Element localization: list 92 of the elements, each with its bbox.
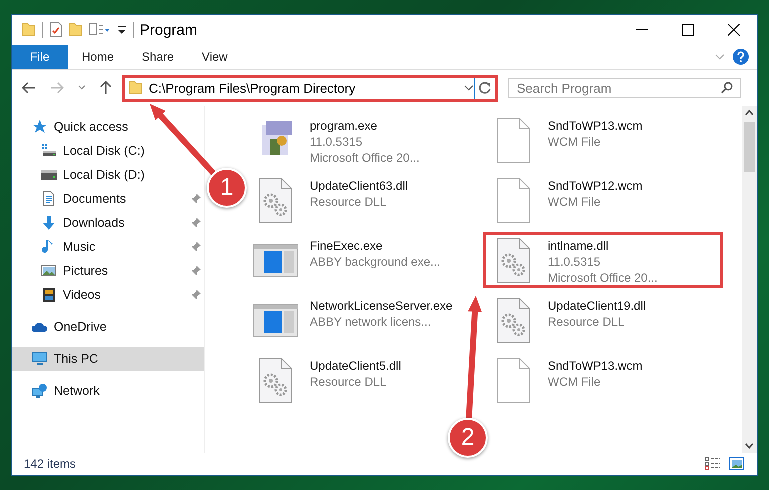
film-icon (41, 287, 57, 303)
nav-label: Documents (63, 192, 126, 206)
file-name: SndToWP13.wcm (548, 358, 643, 374)
file-detail: Resource DLL (310, 374, 388, 390)
nav-label: Network (54, 384, 100, 398)
file-item[interactable]: UpdateClient5.dll Resource DLL (245, 352, 408, 408)
nav-item[interactable]: This PC (12, 347, 204, 371)
file-detail: WCM File (548, 134, 602, 150)
nav-item[interactable]: Pictures (12, 259, 112, 283)
search-field[interactable]: Search Program (508, 78, 741, 98)
star-icon (32, 119, 48, 135)
chevron-down-icon[interactable] (464, 84, 474, 92)
drive-icon (41, 167, 57, 183)
file-detail: ABBY network licens... (310, 314, 432, 330)
file-detail: Resource DLL (310, 194, 388, 210)
file-name: SndToWP13.wcm (548, 118, 643, 134)
down-arrow-icon (41, 215, 57, 231)
nav-item[interactable]: Network (12, 379, 104, 403)
nav-item[interactable]: Documents (12, 187, 130, 211)
maximize-icon[interactable] (682, 24, 694, 36)
nav-label: Local Disk (D:) (63, 168, 145, 182)
file-item[interactable]: FineExec.exe ABBY background exe... (245, 232, 448, 288)
nav-label: This PC (54, 352, 98, 366)
details-view-icon[interactable] (705, 457, 721, 471)
file-item[interactable]: NetworkLicenseServer.exe ABBY network licens... (245, 292, 460, 348)
file-name: UpdateClient5.dll (310, 358, 402, 374)
nav-label: Downloads (63, 216, 125, 230)
file-detail: ABBY background exe... (310, 254, 441, 270)
ribbon-tab[interactable]: View (188, 45, 242, 69)
file-detail: 11.0.5315 (548, 254, 602, 270)
chevron-down-icon[interactable] (78, 85, 86, 91)
folder-icon (129, 80, 143, 96)
picture-icon (41, 263, 57, 279)
nav-item[interactable]: Music (12, 235, 100, 259)
nav-item[interactable]: Downloads (12, 211, 129, 235)
nav-label: OneDrive (54, 320, 107, 334)
address-bar[interactable]: C:\Program Files\Program Directory (122, 74, 498, 102)
pin-icon[interactable] (191, 194, 201, 204)
help-icon[interactable] (733, 49, 749, 65)
nav-label: Quick access (54, 120, 128, 134)
document-icon (41, 191, 57, 207)
ribbon-tab[interactable]: Share (128, 45, 188, 69)
file-item[interactable]: SndToWP13.wcm WCM File (483, 112, 650, 168)
nav-item[interactable]: Local Disk (D:) (12, 163, 149, 187)
pin-icon[interactable] (191, 218, 201, 228)
file-name: FineExec.exe (310, 238, 384, 254)
file-detail: WCM File (548, 194, 602, 210)
nav-item[interactable]: Quick access (12, 115, 132, 139)
nav-label: Pictures (63, 264, 108, 278)
thumbnail-view-icon[interactable] (729, 457, 745, 471)
file-detail: Microsoft Office 20... (310, 150, 420, 166)
drive-icon (41, 143, 57, 159)
file-item[interactable]: SndToWP12.wcm WCM File (483, 172, 650, 228)
file-item[interactable]: UpdateClient19.dll Resource DLL (483, 292, 654, 348)
file-detail: WCM File (548, 374, 602, 390)
file-detail: 11.0.5315 (310, 134, 364, 150)
nav-item[interactable]: Local Disk (C:) (12, 139, 149, 163)
nav-label: Videos (63, 288, 101, 302)
address-path: C:\Program Files\Program Directory (149, 80, 357, 96)
file-name: UpdateClient63.dll (310, 178, 408, 194)
network-icon (32, 383, 48, 399)
scroll-thumb[interactable] (744, 122, 755, 172)
nav-label: Local Disk (C:) (63, 144, 145, 158)
file-detail: Microsoft Office 20... (548, 270, 658, 286)
up-arrow-icon[interactable] (100, 81, 112, 95)
nav-item[interactable]: Videos (12, 283, 105, 307)
file-item[interactable]: program.exe 11.0.5315 Microsoft Office 20... (245, 112, 427, 168)
file-name: SndToWP12.wcm (548, 178, 643, 194)
file-menu-button[interactable]: File (12, 45, 68, 69)
file-detail: Resource DLL (548, 314, 626, 330)
file-name: UpdateClient19.dll (548, 298, 646, 314)
checklist-icon[interactable] (49, 22, 63, 38)
folder-icon (22, 22, 36, 38)
item-count: 142 items (24, 457, 76, 471)
file-name: program.exe (310, 118, 378, 134)
monitor-icon (32, 351, 48, 367)
pin-icon[interactable] (191, 242, 201, 252)
back-arrow-icon[interactable] (22, 82, 36, 94)
pin-icon[interactable] (191, 266, 201, 276)
window-title: Program (140, 22, 198, 38)
pin-icon[interactable] (191, 290, 201, 300)
file-name: NetworkLicenseServer.exe (310, 298, 453, 314)
file-item[interactable]: SndToWP13.wcm WCM File (483, 352, 650, 408)
file-item[interactable]: UpdateClient63.dll Resource DLL (245, 172, 416, 228)
close-icon[interactable] (728, 24, 740, 36)
file-item[interactable]: intlname.dll 11.0.5315 Microsoft Office 20... (483, 232, 723, 288)
nav-label: Music (63, 240, 96, 254)
file-name: intlname.dll (548, 238, 610, 254)
nav-item[interactable]: OneDrive (12, 315, 111, 339)
refresh-icon[interactable] (479, 82, 491, 94)
properties-icon[interactable] (89, 22, 111, 38)
ribbon-tab[interactable]: Home (68, 45, 128, 69)
